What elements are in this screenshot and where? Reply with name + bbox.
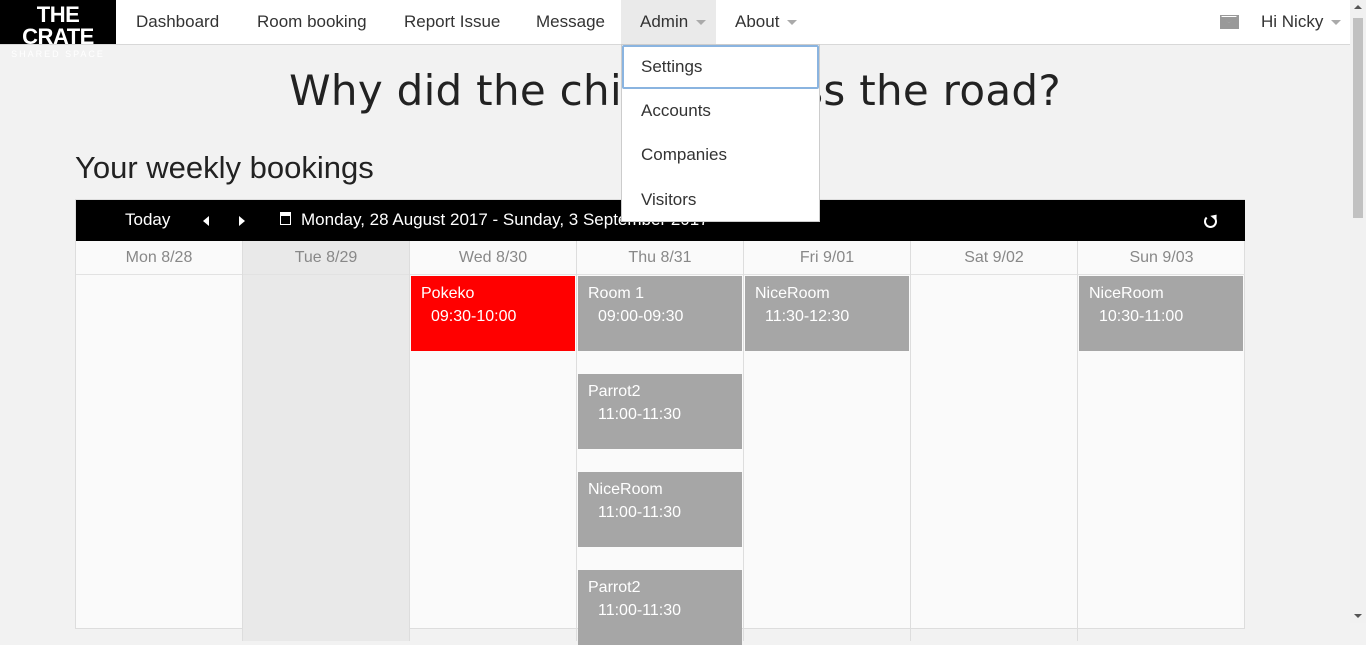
menu-item-settings[interactable]: Settings bbox=[622, 45, 819, 89]
previous-week-icon[interactable] bbox=[203, 216, 209, 226]
day-column-sun: Sun 9/03 NiceRoom 10:30-11:00 bbox=[1078, 241, 1245, 641]
logo-subtitle: SHARED SPACE bbox=[11, 49, 105, 59]
chevron-down-icon bbox=[787, 20, 798, 26]
day-header: Sat 9/02 bbox=[911, 241, 1077, 275]
event-time: 09:00-09:30 bbox=[598, 308, 684, 325]
nav-about-label: About bbox=[735, 12, 780, 31]
event-time: 11:00-11:30 bbox=[598, 504, 682, 521]
menu-item-visitors[interactable]: Visitors bbox=[622, 178, 819, 222]
section-title: Your weekly bookings bbox=[75, 150, 374, 185]
event-time: 09:30-10:00 bbox=[431, 308, 517, 325]
event-room: Parrot2 bbox=[588, 579, 641, 596]
event-time: 10:30-11:00 bbox=[1099, 308, 1184, 325]
scroll-up-icon[interactable] bbox=[1354, 5, 1362, 9]
day-header: Fri 9/01 bbox=[744, 241, 910, 275]
day-column-sat: Sat 9/02 bbox=[911, 241, 1078, 641]
day-column-thu: Thu 8/31 Room 1 09:00-09:30 Parrot2 11:0… bbox=[577, 241, 744, 645]
calendar-icon bbox=[280, 212, 291, 225]
day-header: Wed 8/30 bbox=[410, 241, 576, 275]
nav-about[interactable]: About bbox=[735, 0, 798, 44]
nav-report-issue[interactable]: Report Issue bbox=[404, 0, 500, 44]
day-column-mon: Mon 8/28 bbox=[76, 241, 243, 641]
user-menu[interactable]: Hi Nicky bbox=[1261, 0, 1342, 44]
event-room: NiceRoom bbox=[1089, 285, 1164, 302]
menu-item-companies[interactable]: Companies bbox=[622, 133, 819, 177]
event-room: NiceRoom bbox=[755, 285, 830, 302]
scroll-down-icon[interactable] bbox=[1354, 614, 1362, 618]
event-room: NiceRoom bbox=[588, 481, 663, 498]
today-button[interactable]: Today bbox=[125, 200, 170, 240]
event-time: 11:00-11:30 bbox=[598, 602, 682, 619]
booking-event[interactable]: NiceRoom 11:00-11:30 bbox=[578, 472, 742, 547]
nav-admin[interactable]: Admin bbox=[621, 0, 716, 44]
envelope-icon[interactable] bbox=[1220, 15, 1239, 29]
nav-admin-label: Admin bbox=[640, 12, 689, 31]
nav-room-booking[interactable]: Room booking bbox=[257, 0, 367, 44]
booking-event[interactable]: Room 1 09:00-09:30 bbox=[578, 276, 742, 351]
menu-item-accounts[interactable]: Accounts bbox=[622, 89, 819, 133]
nav-dashboard[interactable]: Dashboard bbox=[136, 0, 219, 44]
chevron-down-icon bbox=[1331, 20, 1342, 26]
user-greeting: Hi Nicky bbox=[1261, 12, 1324, 31]
top-nav-bar: THE CRATE SHARED SPACE Dashboard Room bo… bbox=[0, 0, 1350, 59]
crate-logo[interactable]: THE CRATE SHARED SPACE bbox=[0, 0, 116, 59]
day-column-tue: Tue 8/29 bbox=[243, 241, 410, 641]
event-time: 11:30-12:30 bbox=[765, 308, 850, 325]
booking-event[interactable]: NiceRoom 11:30-12:30 bbox=[745, 276, 909, 351]
admin-dropdown-menu: Settings Accounts Companies Visitors bbox=[621, 44, 820, 222]
day-column-wed: Wed 8/30 Pokeko 09:30-10:00 bbox=[410, 241, 577, 641]
weekly-calendar: Today Monday, 28 August 2017 - Sunday, 3… bbox=[75, 199, 1245, 645]
chevron-down-icon bbox=[696, 20, 707, 26]
booking-event[interactable]: Parrot2 11:00-11:30 bbox=[578, 570, 742, 645]
booking-event[interactable]: Parrot2 11:00-11:30 bbox=[578, 374, 742, 449]
event-room: Room 1 bbox=[588, 285, 645, 302]
event-room: Parrot2 bbox=[588, 383, 641, 400]
next-week-icon[interactable] bbox=[239, 216, 245, 226]
booking-event[interactable]: Pokeko 09:30-10:00 bbox=[411, 276, 575, 351]
day-column-fri: Fri 9/01 NiceRoom 11:30-12:30 bbox=[744, 241, 911, 641]
day-header: Tue 8/29 bbox=[243, 241, 409, 275]
nav-message[interactable]: Message bbox=[536, 0, 605, 44]
scrollbar-thumb[interactable] bbox=[1353, 18, 1363, 218]
day-header: Mon 8/28 bbox=[76, 241, 242, 275]
logo-title: THE CRATE bbox=[22, 2, 94, 49]
event-room: Pokeko bbox=[421, 285, 475, 302]
day-header: Sun 9/03 bbox=[1078, 241, 1245, 275]
booking-event[interactable]: NiceRoom 10:30-11:00 bbox=[1079, 276, 1243, 351]
day-header: Thu 8/31 bbox=[577, 241, 743, 275]
event-time: 11:00-11:30 bbox=[598, 406, 682, 423]
refresh-icon[interactable] bbox=[1204, 215, 1217, 228]
page-scrollbar[interactable] bbox=[1350, 0, 1366, 623]
